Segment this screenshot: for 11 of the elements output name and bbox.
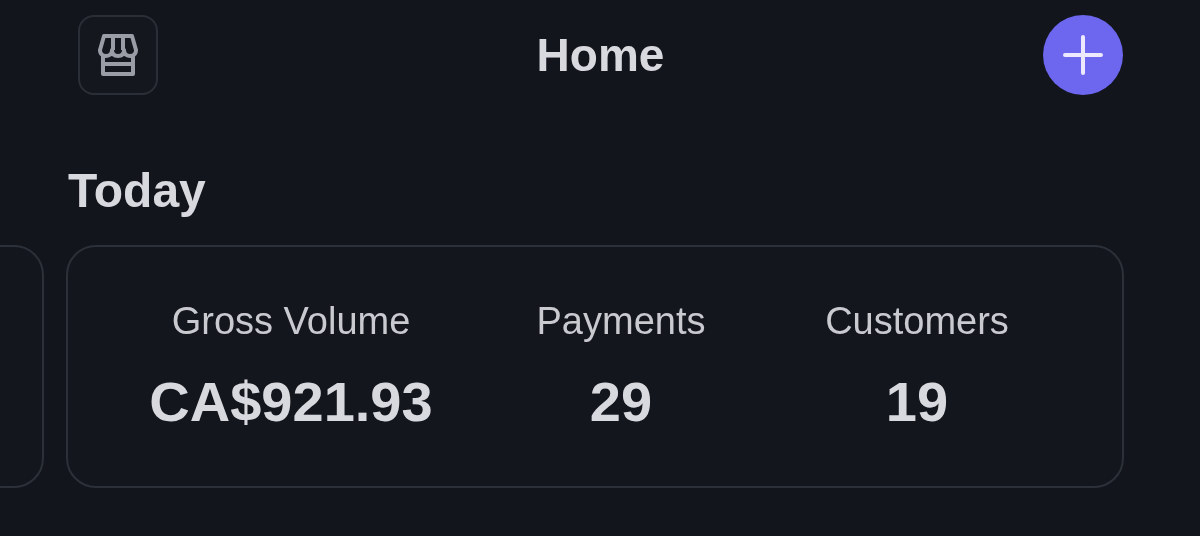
stat-label: Gross Volume xyxy=(171,299,411,343)
stat-value: 19 xyxy=(885,368,949,434)
store-icon xyxy=(98,32,138,78)
stat-value: 29 xyxy=(589,368,653,434)
section-title: Today xyxy=(67,163,207,219)
stat-value: CA$921.93 xyxy=(149,368,433,434)
store-button[interactable] xyxy=(78,15,158,95)
stat-label: Customers xyxy=(825,299,1009,343)
stat-label: Payments xyxy=(536,299,706,343)
add-icon xyxy=(1062,34,1104,76)
page-title: Home xyxy=(536,28,665,82)
